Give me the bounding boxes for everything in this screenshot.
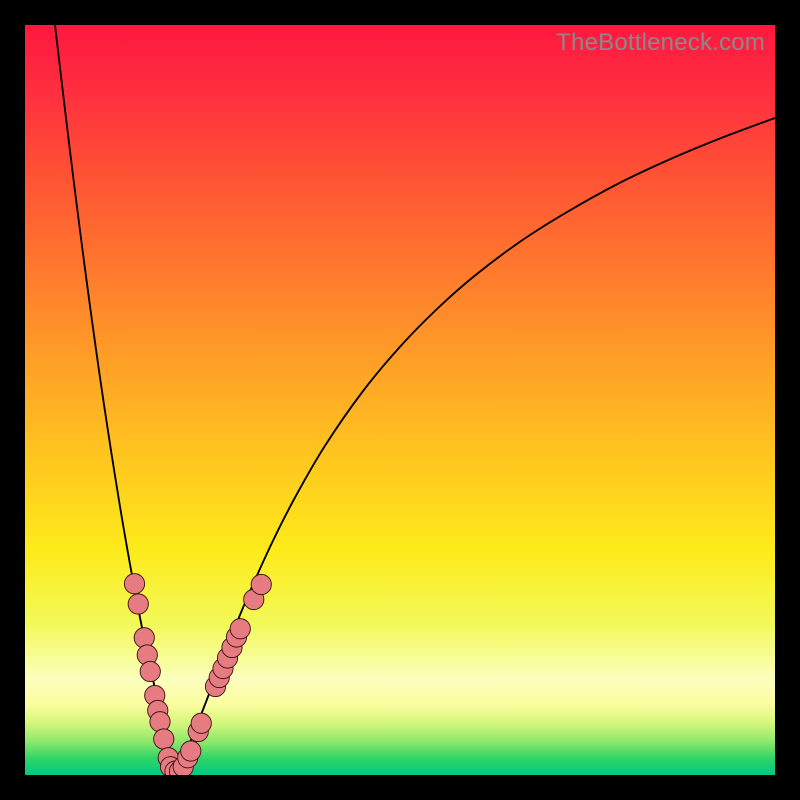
marker-point: [134, 628, 154, 648]
marker-point: [150, 712, 170, 732]
outer-frame: TheBottleneck.com: [0, 0, 800, 800]
curve-right-branch: [175, 118, 775, 768]
chart-curves: [25, 25, 775, 775]
marker-point: [191, 713, 211, 733]
marker-point: [230, 619, 250, 639]
plot-area: TheBottleneck.com: [25, 25, 775, 775]
marker-point: [251, 574, 271, 594]
marker-point: [124, 574, 144, 594]
marker-point: [128, 594, 148, 614]
marker-point: [181, 741, 201, 761]
marker-group: [124, 574, 271, 775]
marker-point: [140, 661, 160, 681]
marker-point: [154, 729, 174, 749]
